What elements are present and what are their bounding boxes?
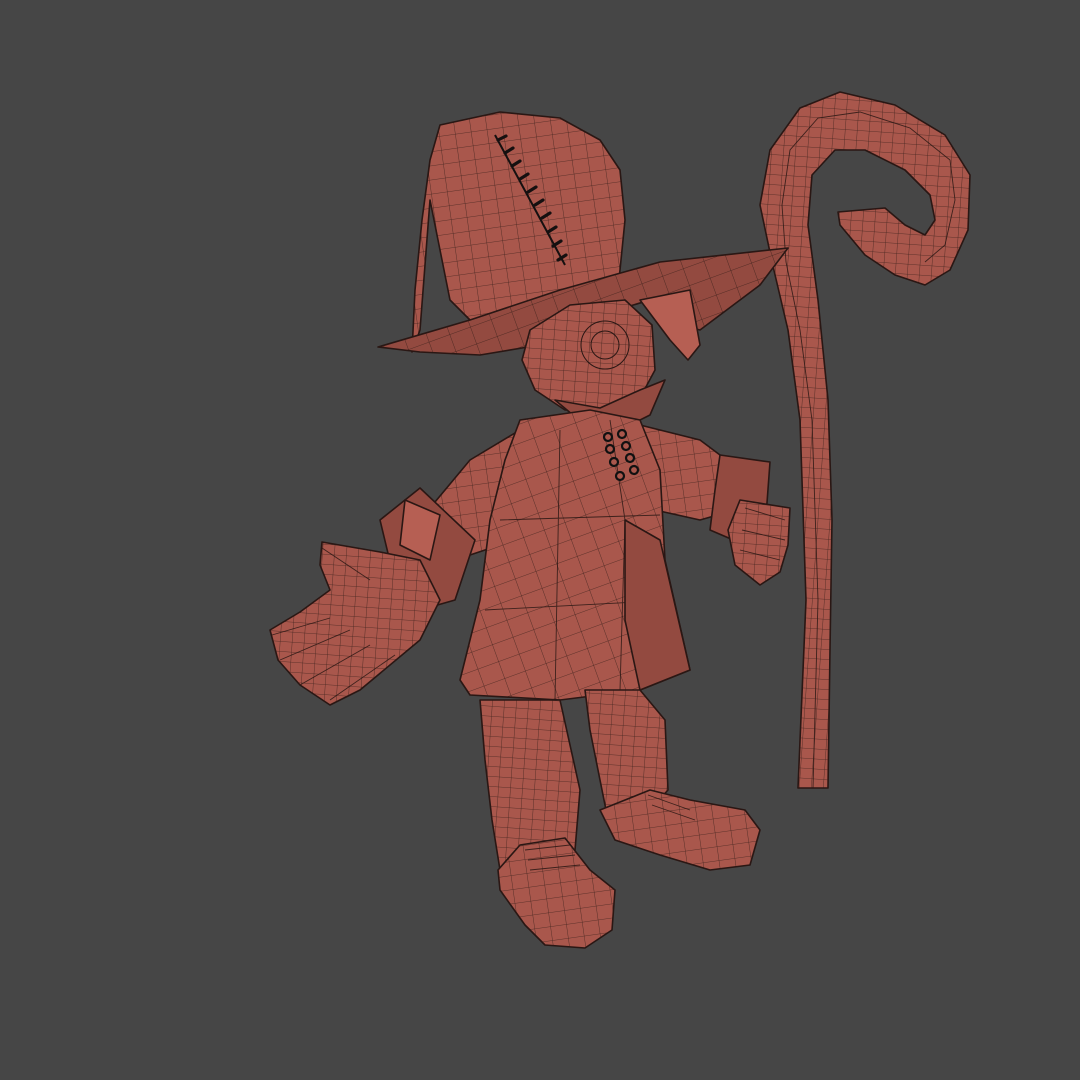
wizard-wireframe-model xyxy=(269,91,971,949)
left-hand xyxy=(269,541,441,706)
right-hand xyxy=(727,499,791,586)
staff xyxy=(759,91,971,789)
3d-viewport[interactable] xyxy=(0,0,1080,1080)
